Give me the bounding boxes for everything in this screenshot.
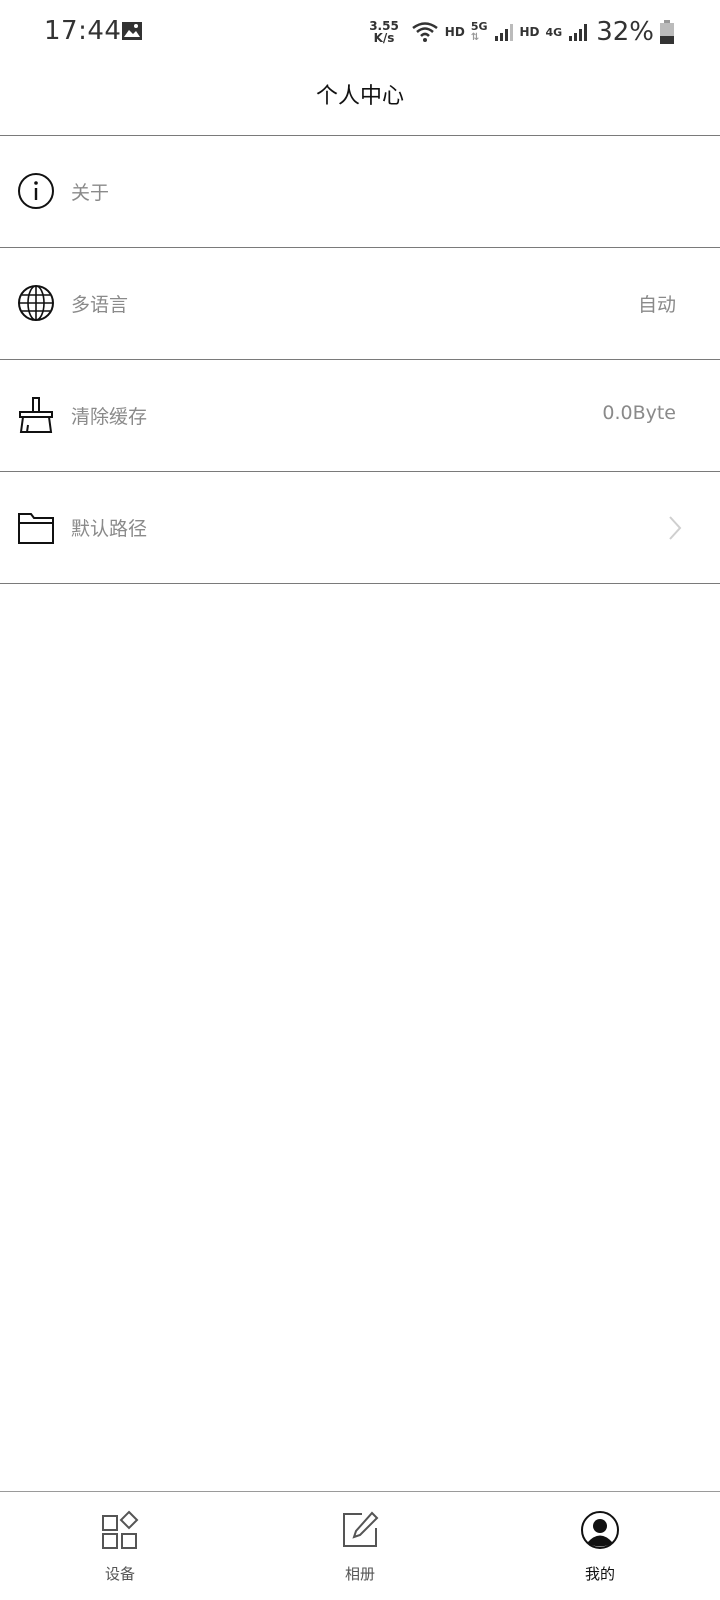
settings-item-label: 清除缓存 [71,406,148,428]
globe-icon [18,285,54,321]
settings-item-language[interactable]: 多语言 自动 [0,248,720,360]
profile-icon [581,1511,619,1549]
network-type-1-label: 5G [470,20,488,33]
edit-icon [343,1511,379,1547]
hd-badge-2: HD [519,25,540,39]
settings-item-default-path[interactable]: 默认路径 [0,472,720,584]
network-speed-unit: K/s [373,31,395,45]
folder-icon [18,513,54,544]
network-speed: 3.55 K/s [369,20,399,44]
battery-icon [660,20,674,44]
data-arrows-icon: ⇅ [470,32,480,43]
wifi-icon [412,22,438,42]
bottom-nav: 设备 相册 我的 [0,1491,720,1600]
settings-item-clear-cache[interactable]: 清除缓存 0.0Byte [0,360,720,472]
cache-size-value: 0.0Byte [602,402,676,424]
chevron-right-icon [669,516,682,540]
network-type-1: 5G ⇅ [471,21,488,43]
hd-badge-1: HD [444,25,465,39]
settings-item-label: 多语言 [71,294,129,316]
signal-icon [569,24,588,41]
page-title: 个人中心 [315,84,404,109]
network-type-2-label: 4G [545,25,563,39]
settings-list: 关于 多语言 自动 清除缓存 0.0Byte 默认路径 [0,136,720,584]
settings-item-label: 关于 [71,182,110,204]
app-header: 个人中心 [0,64,720,136]
signal-icon [494,24,513,41]
devices-icon [102,1510,139,1549]
settings-item-about[interactable]: 关于 [0,136,720,248]
settings-item-label: 默认路径 [71,518,148,540]
battery-percent: 32% [596,17,654,47]
tab-label: 我的 [584,1565,615,1583]
gallery-icon [122,22,142,40]
network-type-2: 4G [546,27,563,38]
status-time: 17:44 [44,16,122,46]
tab-devices[interactable]: 设备 [60,1492,180,1600]
screen: 17:44 3.55 K/s HD 5G ⇅ HD 4G 32% 个人中心 关于… [0,0,720,1600]
info-icon [18,173,54,209]
tab-label: 设备 [104,1565,135,1583]
language-value: 自动 [637,294,676,316]
tab-profile[interactable]: 我的 [540,1492,660,1600]
tab-label: 相册 [344,1565,375,1583]
status-right: 3.55 K/s HD 5G ⇅ HD 4G 32% [369,14,674,50]
tab-album[interactable]: 相册 [300,1492,420,1600]
broom-icon [19,397,53,433]
status-bar: 17:44 3.55 K/s HD 5G ⇅ HD 4G 32% [0,0,720,64]
